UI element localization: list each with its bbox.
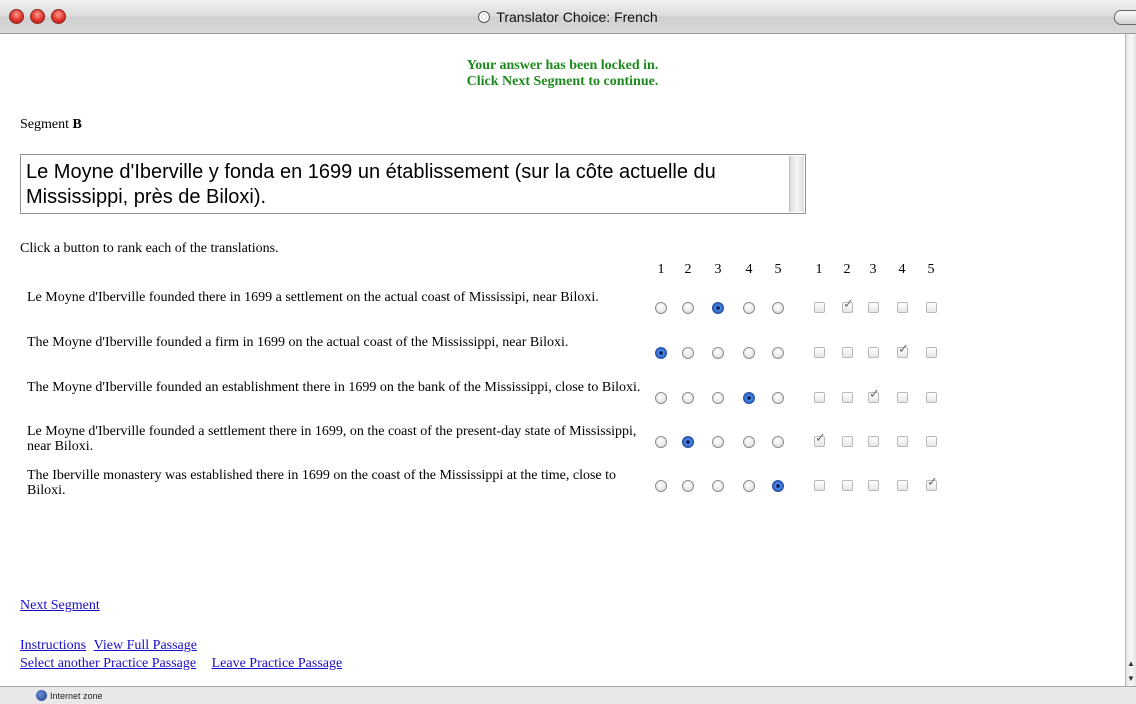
next-segment-link[interactable]: Next Segment (20, 598, 100, 613)
rank-radio-2[interactable] (682, 347, 694, 359)
rank-checkbox-1[interactable] (814, 347, 825, 358)
status-zone: Internet zone (50, 690, 103, 701)
rank-radio-1[interactable] (655, 392, 667, 404)
rank-column-number: 4 (745, 262, 753, 277)
rank-checkbox-5[interactable] (926, 302, 937, 313)
segment-letter: B (72, 117, 82, 132)
rank-column-number: 4 (898, 262, 906, 277)
leave-practice-passage-link[interactable]: Leave Practice Passage (212, 656, 343, 671)
segment-heading: Segment B (20, 117, 82, 133)
translation-row: Le Moyne d'Iberville founded a settlemen… (27, 424, 1027, 464)
rank-checkbox-4[interactable] (897, 436, 908, 447)
rank-radio-3[interactable] (712, 392, 724, 404)
rank-radio-4[interactable] (743, 392, 755, 404)
rank-checkbox-5[interactable] (926, 347, 937, 358)
rank-checkbox-2[interactable] (842, 480, 853, 491)
rank-checkbox-2[interactable] (842, 436, 853, 447)
rank-checkbox-2[interactable] (842, 297, 854, 313)
rank-column-number: 1 (815, 262, 823, 277)
rank-column-number: 3 (869, 262, 877, 277)
rank-checkbox-1[interactable] (814, 480, 825, 491)
status-bar: Internet zone (0, 686, 1136, 704)
rank-checkbox-2[interactable] (842, 347, 853, 358)
translation-text: The Moyne d'Iberville founded an establi… (27, 380, 641, 395)
rank-checkbox-1[interactable] (814, 431, 826, 447)
rank-column-number: 2 (684, 262, 692, 277)
select-another-passage-link[interactable]: Select another Practice Passage (20, 656, 196, 671)
notice-line-1: Your answer has been locked in. (466, 58, 659, 73)
rank-checkbox-2[interactable] (842, 392, 853, 403)
vertical-scrollbar[interactable]: ▲ ▼ (1125, 34, 1136, 686)
rank-instructions: Click a button to rank each of the trans… (20, 241, 279, 256)
locked-notice: Your answer has been locked in. Click Ne… (0, 58, 1125, 90)
rank-radio-2[interactable] (682, 392, 694, 404)
translation-row: The Moyne d'Iberville founded an establi… (27, 380, 1027, 420)
rank-checkbox-4[interactable] (897, 480, 908, 491)
rank-radio-5[interactable] (772, 302, 784, 314)
rank-checkbox-1[interactable] (814, 392, 825, 403)
translation-text: The Iberville monastery was established … (27, 468, 617, 498)
rank-radio-5[interactable] (772, 480, 784, 492)
rank-checkbox-4[interactable] (897, 392, 908, 403)
rank-radio-5[interactable] (772, 436, 784, 448)
rank-radio-3[interactable] (712, 302, 724, 314)
rank-radio-2[interactable] (682, 436, 694, 448)
rank-checkbox-3[interactable] (868, 302, 879, 313)
rank-radio-3[interactable] (712, 347, 724, 359)
translation-row: The Iberville monastery was established … (27, 468, 1027, 508)
translation-row: Le Moyne d'Iberville founded there in 16… (27, 290, 1027, 330)
source-text-box[interactable]: Le Moyne d'Iberville y fonda en 1699 un … (20, 154, 806, 214)
rank-column-number: 2 (843, 262, 851, 277)
translation-row: The Moyne d'Iberville founded a firm in … (27, 335, 1027, 375)
rank-radio-4[interactable] (743, 302, 755, 314)
rank-radio-3[interactable] (712, 436, 724, 448)
rank-radio-3[interactable] (712, 480, 724, 492)
rank-column-number: 3 (714, 262, 722, 277)
segment-label: Segment (20, 117, 69, 132)
notice-line-2: Click Next Segment to continue. (466, 74, 659, 89)
source-box-scrollbar[interactable] (789, 156, 804, 212)
rank-checkbox-5[interactable] (926, 475, 938, 491)
rank-checkbox-4[interactable] (897, 342, 909, 358)
rank-checkbox-5[interactable] (926, 436, 937, 447)
rank-radio-1[interactable] (655, 347, 667, 359)
rank-radio-5[interactable] (772, 347, 784, 359)
globe-icon (36, 690, 47, 701)
translation-text: Le Moyne d'Iberville founded there in 16… (27, 290, 599, 305)
rank-column-number: 1 (657, 262, 665, 277)
rank-column-number: 5 (927, 262, 935, 277)
rank-column-number: 5 (774, 262, 782, 277)
rank-radio-4[interactable] (743, 480, 755, 492)
rank-checkbox-1[interactable] (814, 302, 825, 313)
rank-radio-4[interactable] (743, 347, 755, 359)
rank-checkbox-3[interactable] (868, 436, 879, 447)
translation-text: Le Moyne d'Iberville founded a settlemen… (27, 424, 637, 454)
scroll-arrows-icon[interactable]: ▲ ▼ (1126, 656, 1136, 686)
rank-radio-1[interactable] (655, 436, 667, 448)
rank-radio-2[interactable] (682, 480, 694, 492)
toolbar-toggle-button[interactable] (1114, 10, 1136, 25)
rank-radio-1[interactable] (655, 480, 667, 492)
view-full-passage-link[interactable]: View Full Passage (94, 638, 197, 653)
rank-checkbox-3[interactable] (868, 480, 879, 491)
rank-checkbox-5[interactable] (926, 392, 937, 403)
rank-radio-5[interactable] (772, 392, 784, 404)
instructions-link[interactable]: Instructions (20, 638, 86, 653)
rank-radio-2[interactable] (682, 302, 694, 314)
page-icon (478, 11, 491, 23)
rank-radio-4[interactable] (743, 436, 755, 448)
rank-checkbox-3[interactable] (868, 347, 879, 358)
window-title: Translator Choice: French (496, 9, 658, 25)
rank-radio-1[interactable] (655, 302, 667, 314)
translation-text: The Moyne d'Iberville founded a firm in … (27, 335, 569, 350)
rank-checkbox-3[interactable] (868, 387, 880, 403)
rank-checkbox-4[interactable] (897, 302, 908, 313)
source-text: Le Moyne d'Iberville y fonda en 1699 un … (26, 161, 716, 208)
window-title-bar: Translator Choice: French (0, 0, 1136, 34)
